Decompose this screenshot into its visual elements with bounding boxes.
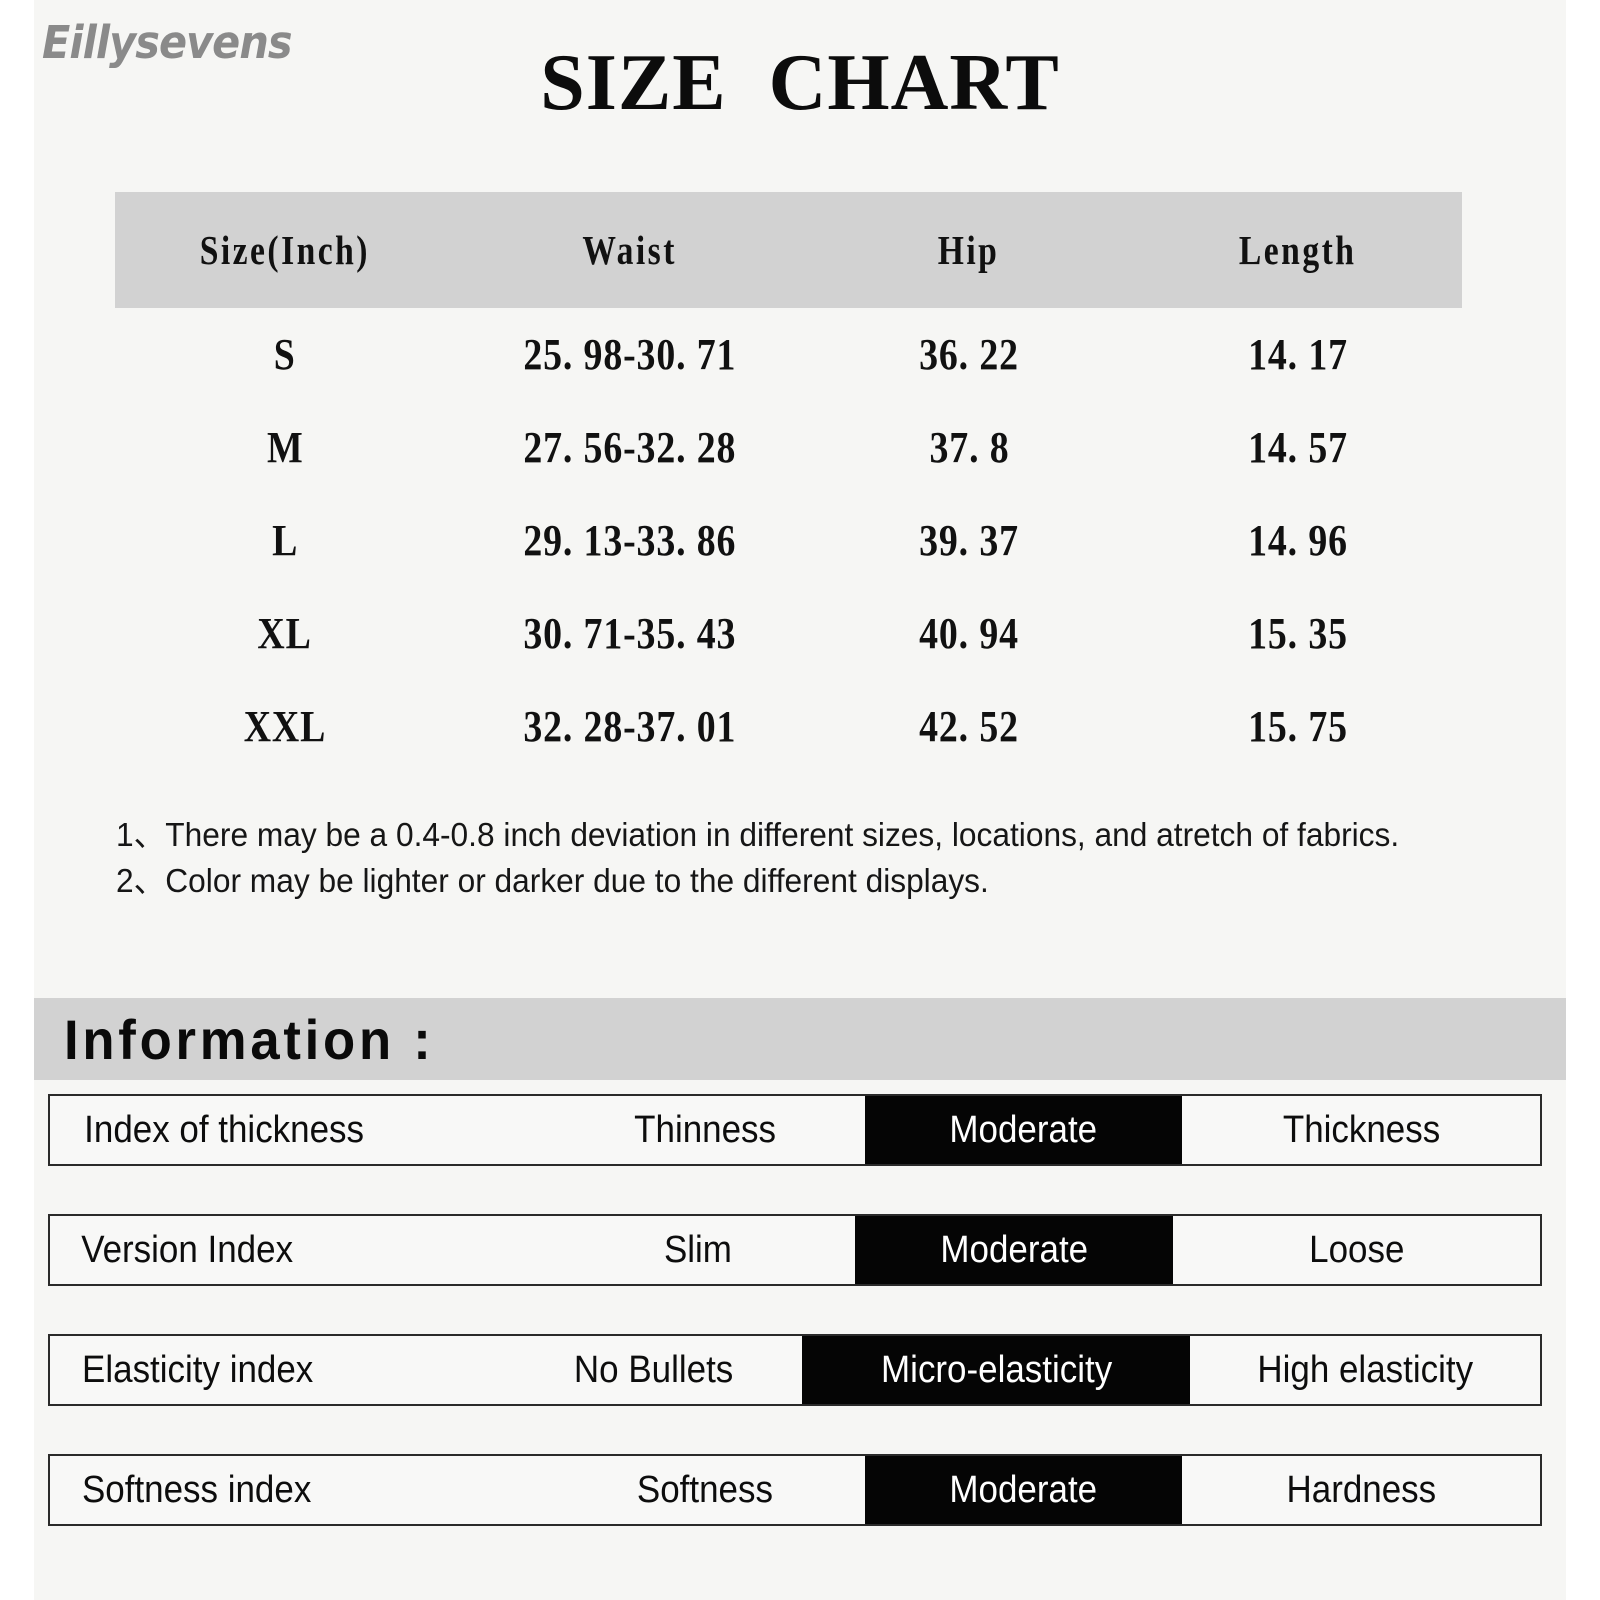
size-table-header-row: Size(Inch) Waist Hip Length — [115, 192, 1462, 308]
table-row: M 27. 56-32. 28 37. 8 14. 57 — [115, 401, 1462, 494]
information-option-low[interactable]: Thinness — [545, 1096, 865, 1164]
information-title: Information : — [64, 1008, 435, 1071]
information-option-high[interactable]: Thickness — [1182, 1096, 1540, 1164]
cell-waist: 32. 28-37. 01 — [455, 680, 804, 773]
cell-hip-value: 39. 37 — [919, 516, 1019, 565]
content-panel: Eillysevens SIZE CHART Size(Inch) Waist … — [34, 0, 1566, 1600]
cell-size-value: XL — [257, 609, 313, 658]
cell-length: 15. 35 — [1134, 587, 1462, 680]
information-option-low[interactable]: No Bullets — [504, 1336, 802, 1404]
size-chart-page: Eillysevens SIZE CHART Size(Inch) Waist … — [0, 0, 1600, 1600]
column-header-length-label: Length — [1239, 227, 1357, 273]
column-header-waist-label: Waist — [582, 227, 677, 273]
size-table-header: Size(Inch) Waist Hip Length — [115, 192, 1462, 308]
information-row-label: Version Index — [81, 1228, 294, 1271]
cell-hip: 42. 52 — [804, 680, 1134, 773]
size-table-body: S 25. 98-30. 71 36. 22 14. 17 M 27. 56-3… — [115, 308, 1462, 773]
information-row-label: Index of thickness — [84, 1108, 365, 1151]
cell-length: 14. 17 — [1134, 308, 1462, 401]
cell-size-value: XXL — [243, 702, 327, 751]
cell-length-value: 14. 17 — [1248, 330, 1348, 379]
cell-size: M — [115, 401, 455, 494]
cell-waist: 30. 71-35. 43 — [455, 587, 804, 680]
table-row: L 29. 13-33. 86 39. 37 14. 96 — [115, 494, 1462, 587]
cell-waist-value: 29. 13-33. 86 — [523, 516, 736, 565]
cell-waist-value: 32. 28-37. 01 — [523, 702, 736, 751]
cell-waist: 29. 13-33. 86 — [455, 494, 804, 587]
information-option-high[interactable]: High elasticity — [1190, 1336, 1540, 1404]
cell-length-value: 15. 35 — [1248, 609, 1348, 658]
column-header-waist: Waist — [455, 192, 804, 308]
information-option-mid[interactable]: Moderate — [865, 1096, 1183, 1164]
cell-length: 14. 57 — [1134, 401, 1462, 494]
note-line-1: 1、There may be a 0.4-0.8 inch deviation … — [116, 816, 1400, 853]
information-band: Information : — [34, 998, 1566, 1080]
cell-hip-value: 36. 22 — [919, 330, 1019, 379]
cell-hip-value: 42. 52 — [919, 702, 1019, 751]
cell-size: XL — [115, 587, 455, 680]
column-header-size: Size(Inch) — [115, 192, 455, 308]
information-option-mid[interactable]: Moderate — [854, 1216, 1174, 1284]
cell-hip-value: 40. 94 — [919, 609, 1019, 658]
table-row: S 25. 98-30. 71 36. 22 14. 17 — [115, 308, 1462, 401]
cell-length-value: 14. 96 — [1248, 516, 1348, 565]
information-option-high[interactable]: Loose — [1173, 1216, 1540, 1284]
cell-length-value: 15. 75 — [1248, 702, 1348, 751]
cell-length: 14. 96 — [1134, 494, 1462, 587]
cell-size: S — [115, 308, 455, 401]
cell-waist-value: 30. 71-35. 43 — [523, 609, 736, 658]
column-header-hip: Hip — [804, 192, 1134, 308]
note-line-2: 2、Color may be lighter or darker due to … — [116, 862, 989, 899]
table-row: XXL 32. 28-37. 01 42. 52 15. 75 — [115, 680, 1462, 773]
cell-waist-value: 27. 56-32. 28 — [523, 423, 736, 472]
cell-hip: 36. 22 — [804, 308, 1134, 401]
cell-size-value: L — [271, 516, 299, 565]
cell-hip: 37. 8 — [804, 401, 1134, 494]
cell-waist-value: 25. 98-30. 71 — [523, 330, 736, 379]
cell-hip-value: 37. 8 — [929, 423, 1009, 472]
cell-size-value: M — [266, 423, 304, 472]
cell-hip: 39. 37 — [804, 494, 1134, 587]
cell-length: 15. 75 — [1134, 680, 1462, 773]
notes-section: 1、There may be a 0.4-0.8 inch deviation … — [116, 812, 1536, 904]
column-header-hip-label: Hip — [938, 227, 1000, 273]
information-rows: Index of thickness Thinness Moderate Thi… — [48, 1094, 1542, 1526]
information-option-mid[interactable]: Micro-elasticity — [802, 1336, 1190, 1404]
cell-length-value: 14. 57 — [1248, 423, 1348, 472]
cell-size: XXL — [115, 680, 455, 773]
cell-size-value: S — [274, 330, 296, 379]
cell-waist: 27. 56-32. 28 — [455, 401, 804, 494]
information-row-version: Version Index Slim Moderate Loose — [48, 1214, 1542, 1286]
information-option-low[interactable]: Slim — [542, 1216, 855, 1284]
size-table: Size(Inch) Waist Hip Length S 25. 98-30.… — [115, 192, 1462, 773]
information-row-elasticity: Elasticity index No Bullets Micro-elasti… — [48, 1334, 1542, 1406]
information-row-thickness: Index of thickness Thinness Moderate Thi… — [48, 1094, 1542, 1166]
page-title: SIZE CHART — [540, 39, 1060, 127]
information-row-label: Elasticity index — [82, 1348, 314, 1391]
information-option-low[interactable]: Softness — [545, 1456, 865, 1524]
information-row-label: Softness index — [81, 1468, 312, 1511]
cell-hip: 40. 94 — [804, 587, 1134, 680]
cell-size: L — [115, 494, 455, 587]
column-header-size-label: Size(Inch) — [199, 227, 371, 273]
information-option-high[interactable]: Hardness — [1182, 1456, 1540, 1524]
information-row-softness: Softness index Softness Moderate Hardnes… — [48, 1454, 1542, 1526]
information-option-mid[interactable]: Moderate — [865, 1456, 1183, 1524]
column-header-length: Length — [1134, 192, 1462, 308]
cell-waist: 25. 98-30. 71 — [455, 308, 804, 401]
table-row: XL 30. 71-35. 43 40. 94 15. 35 — [115, 587, 1462, 680]
